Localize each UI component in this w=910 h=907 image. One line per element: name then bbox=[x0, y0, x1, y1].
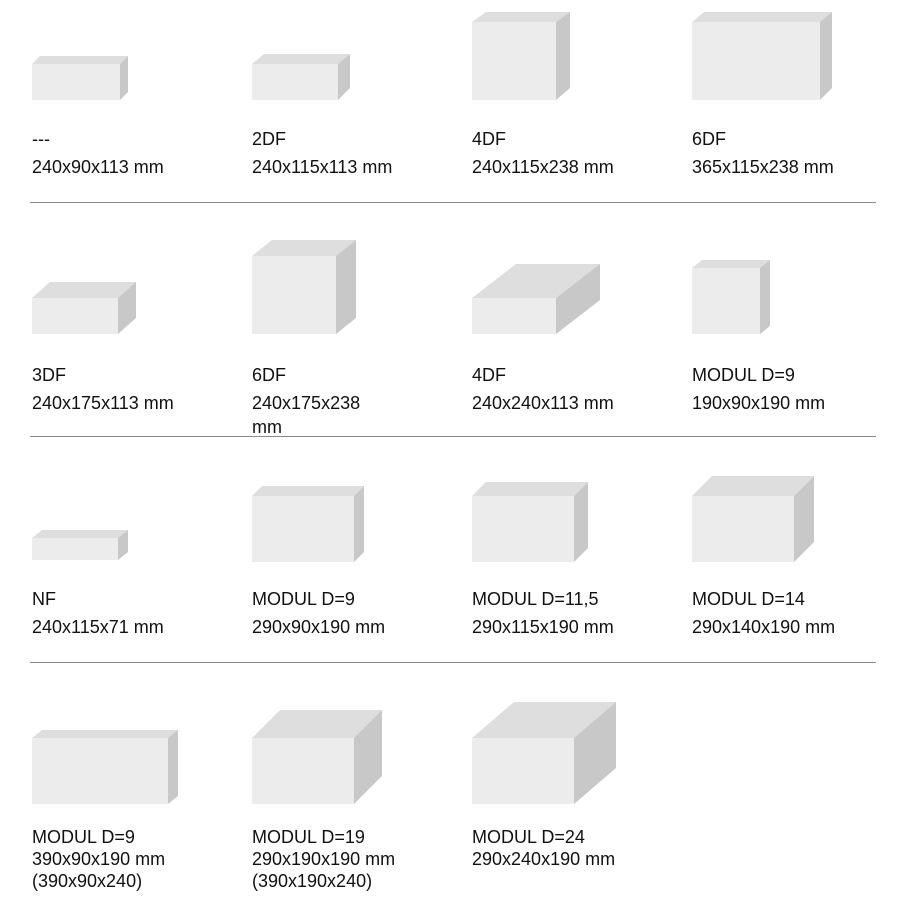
brick-12-shape bbox=[692, 476, 814, 562]
brick-3-size: 240x115x238 mm bbox=[472, 157, 614, 177]
brick-1-label: --- bbox=[32, 129, 50, 149]
brick-1-size: 240x90x113 mm bbox=[32, 157, 164, 177]
brick-15-size: 290x240x190 mm bbox=[472, 849, 616, 869]
brick-5-label: 3DF bbox=[32, 365, 67, 385]
brick-2-size: 240x115x113 mm bbox=[252, 157, 393, 177]
brick-13-shape bbox=[32, 730, 178, 804]
brick-3-label: 4DF bbox=[472, 129, 507, 149]
brick-11-size: 290x115x190 mm bbox=[472, 617, 614, 637]
brick-13-alt-size: (390x90x240) bbox=[32, 871, 143, 891]
brick-14-shape bbox=[252, 710, 382, 804]
brick-10-label: MODUL D=9 bbox=[252, 589, 355, 609]
brick-8-shape bbox=[692, 260, 770, 334]
brick-14-label: MODUL D=19 bbox=[252, 827, 365, 847]
brick-10-size: 290x90x190 mm bbox=[252, 617, 386, 637]
brick-6-size-wrap: mm bbox=[252, 417, 282, 437]
brick-5-shape bbox=[32, 282, 136, 334]
brick-15-label: MODUL D=24 bbox=[472, 827, 585, 847]
brick-6-label: 6DF bbox=[252, 365, 287, 385]
brick-11-shape bbox=[472, 482, 588, 562]
row-divider-1 bbox=[30, 202, 876, 203]
brick-1-shape bbox=[32, 56, 128, 100]
brick-7-shape bbox=[472, 264, 600, 334]
brick-4-size: 365x115x238 mm bbox=[692, 157, 834, 177]
brick-10-shape bbox=[252, 486, 364, 562]
brick-6-shape bbox=[252, 240, 356, 334]
brick-8-label: MODUL D=9 bbox=[692, 365, 795, 385]
brick-7-size: 240x240x113 mm bbox=[472, 393, 614, 413]
brick-3-shape bbox=[472, 12, 570, 100]
brick-14-alt-size: (390x190x240) bbox=[252, 871, 373, 891]
brick-4-label: 6DF bbox=[692, 129, 727, 149]
brick-13-label: MODUL D=9 bbox=[32, 827, 135, 847]
brick-9-shape bbox=[32, 530, 128, 560]
row-divider-2 bbox=[30, 436, 876, 437]
brick-4-shape bbox=[692, 12, 832, 100]
brick-9-label: NF bbox=[32, 589, 56, 609]
brick-6-size: 240x175x238 bbox=[252, 393, 361, 413]
brick-2-shape bbox=[252, 54, 350, 100]
brick-15-shape bbox=[472, 702, 616, 804]
brick-7-label: 4DF bbox=[472, 365, 507, 385]
row-divider-3 bbox=[30, 662, 876, 663]
brick-11-label: MODUL D=11,5 bbox=[472, 589, 599, 609]
brick-13-size: 390x90x190 mm bbox=[32, 849, 166, 869]
brick-5-size: 240x175x113 mm bbox=[32, 393, 174, 413]
brick-8-size: 190x90x190 mm bbox=[692, 393, 826, 413]
brick-9-size: 240x115x71 mm bbox=[32, 617, 164, 637]
brick-12-size: 290x140x190 mm bbox=[692, 617, 836, 637]
brick-12-label: MODUL D=14 bbox=[692, 589, 805, 609]
brick-14-size: 290x190x190 mm bbox=[252, 849, 396, 869]
brick-2-label: 2DF bbox=[252, 129, 287, 149]
